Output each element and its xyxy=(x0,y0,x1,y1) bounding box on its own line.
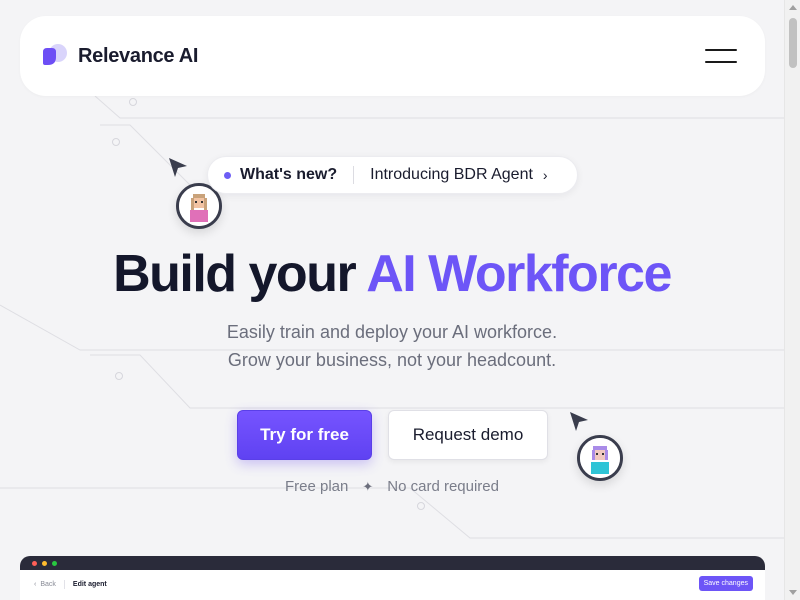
pointer-cursor-icon xyxy=(169,158,187,177)
brand[interactable]: Relevance AI xyxy=(40,42,198,70)
minimize-dot-icon xyxy=(42,560,47,566)
maximize-dot-icon xyxy=(52,560,57,566)
preview-toolbar: ‹ Back Edit agent Save changes xyxy=(20,570,765,600)
close-dot-icon xyxy=(32,560,37,566)
vertical-scrollbar[interactable] xyxy=(784,0,800,600)
back-button[interactable]: ‹ Back xyxy=(34,581,56,588)
hero-title-accent: AI Workforce xyxy=(366,245,672,303)
pointer-cursor-icon xyxy=(570,412,588,431)
chevron-right-icon: › xyxy=(542,167,548,183)
sparkle-icon: ✦ xyxy=(362,478,374,494)
announcement-text: Introducing BDR Agent xyxy=(370,166,533,183)
chevron-left-icon: ‹ xyxy=(34,581,37,588)
hero-title: Build your AI Workforce xyxy=(0,244,784,304)
scroll-up-icon[interactable] xyxy=(789,5,797,10)
back-label: Back xyxy=(40,581,56,588)
hero-subtitle: Easily train and deploy your AI workforc… xyxy=(0,318,784,374)
whats-new-label: What's new? xyxy=(240,166,338,183)
app-preview-window: ‹ Back Edit agent Save changes xyxy=(20,556,765,600)
perk-free-plan: Free plan xyxy=(284,478,349,495)
hero-subtitle-line1: Easily train and deploy your AI workforc… xyxy=(226,322,558,342)
window-titlebar xyxy=(20,556,765,570)
hero-title-plain: Build your xyxy=(113,245,357,303)
brand-name: Relevance AI xyxy=(78,44,199,67)
hamburger-menu-icon[interactable] xyxy=(705,49,737,63)
status-dot-icon xyxy=(224,171,231,179)
perk-no-card: No card required xyxy=(387,478,499,495)
perks-row: Free plan ✦ No card required xyxy=(0,478,784,495)
whats-new-announcement[interactable]: What's new? Introducing BDR Agent › xyxy=(207,156,578,194)
top-navbar: Relevance AI xyxy=(20,16,765,96)
scroll-down-icon[interactable] xyxy=(789,590,797,595)
try-for-free-button[interactable]: Try for free xyxy=(237,410,372,460)
divider xyxy=(353,166,355,184)
request-demo-button[interactable]: Request demo xyxy=(388,410,548,460)
scrollbar-thumb[interactable] xyxy=(789,18,797,68)
preview-page-title: Edit agent xyxy=(72,581,107,588)
hero-subtitle-line2: Grow your business, not your headcount. xyxy=(227,350,557,370)
divider xyxy=(63,580,65,589)
relevance-logo-icon xyxy=(40,42,68,70)
save-changes-button[interactable]: Save changes xyxy=(698,576,753,591)
user-avatar-right xyxy=(577,435,623,481)
